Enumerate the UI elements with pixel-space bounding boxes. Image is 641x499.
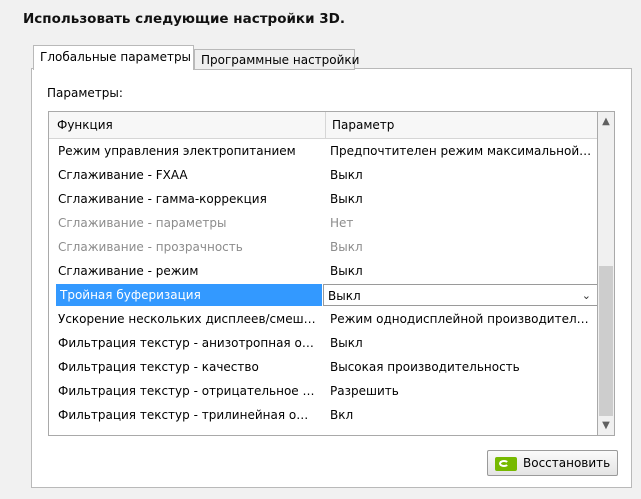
column-header-function[interactable]: Функция [49,112,326,138]
row-feature-name: Фильтрация текстур - анизотропная оп... [58,336,316,350]
scroll-down-arrow-icon[interactable]: ▼ [598,420,614,431]
table-row[interactable]: Режим управления электропитанием Предпочт… [49,139,597,163]
row-value: Нет [330,216,354,230]
row-value: Выкл [328,289,361,303]
table-row[interactable]: Фильтрация текстур - трилинейная опт... В… [49,403,597,427]
table-row[interactable]: Сглаживание - режим Выкл [49,259,597,283]
settings-grid: Функция Параметр Режим управления электр… [48,111,598,436]
nvidia-logo-icon [495,457,517,471]
row-feature-name: Режим управления электропитанием [58,144,296,158]
row-feature-name: Тройная буферизация [60,288,201,302]
table-row[interactable]: Сглаживание - гамма-коррекция Выкл [49,187,597,211]
table-row[interactable]: Фильтрация текстур - анизотропная оп... В… [49,331,597,355]
row-value: Вкл [330,408,354,422]
table-row[interactable]: Фильтрация текстур - отрицательное о... Р… [49,379,597,403]
table-row[interactable]: Тройная буферизация Выкл ⌄ [49,283,597,307]
scroll-up-arrow-icon[interactable]: ▲ [598,116,614,127]
vertical-scrollbar[interactable]: ▲ ▼ [598,111,615,436]
scroll-thumb[interactable] [599,266,613,416]
row-feature-name: Фильтрация текстур - качество [58,360,259,374]
column-header-value[interactable]: Параметр [324,112,587,138]
table-row[interactable]: Ускорение нескольких дисплеев/смеша... Ре… [49,307,597,331]
row-feature-name: Ускорение нескольких дисплеев/смеша... [58,312,316,326]
grid-header: Функция Параметр [49,112,597,139]
row-feature-name: Фильтрация текстур - отрицательное о... [58,384,316,398]
restore-button[interactable]: Восстановить [487,450,618,476]
restore-button-label: Восстановить [523,456,611,470]
page-heading: Использовать следующие настройки 3D. [23,11,345,27]
row-feature-name: Сглаживание - гамма-коррекция [58,192,267,206]
row-value: Выкл [330,264,363,278]
tab-global-settings[interactable]: Глобальные параметры [33,45,194,70]
row-value: Разрешить [330,384,399,398]
chevron-down-icon[interactable]: ⌄ [582,284,591,308]
table-row[interactable]: Сглаживание - FXAA Выкл [49,163,597,187]
row-value: Выкл [330,336,363,350]
row-value: Высокая производительность [330,360,520,374]
table-row[interactable]: Фильтрация текстур - качество Высокая про… [49,355,597,379]
table-row[interactable]: Сглаживание - прозрачность Выкл [49,235,597,259]
row-feature-name: Сглаживание - параметры [58,216,227,230]
value-dropdown[interactable]: Выкл ⌄ [323,284,597,308]
row-feature-name: Сглаживание - FXAA [58,168,188,182]
row-value: Выкл [330,168,363,182]
row-feature-name: Сглаживание - режим [58,264,199,278]
parameters-label: Параметры: [47,86,123,100]
grid-rows: Режим управления электропитанием Предпочт… [49,139,597,427]
tab-program-settings[interactable]: Программные настройки [194,49,359,70]
row-value: Выкл [330,240,363,254]
row-feature-name: Фильтрация текстур - трилинейная опт... [58,408,316,422]
table-row[interactable]: Сглаживание - параметры Нет [49,211,597,235]
row-feature-name: Сглаживание - прозрачность [58,240,243,254]
row-value: Предпочтителен режим максимальной п... [330,144,592,158]
row-value: Режим однодисплейной производитель... [330,312,592,326]
row-value: Выкл [330,192,363,206]
